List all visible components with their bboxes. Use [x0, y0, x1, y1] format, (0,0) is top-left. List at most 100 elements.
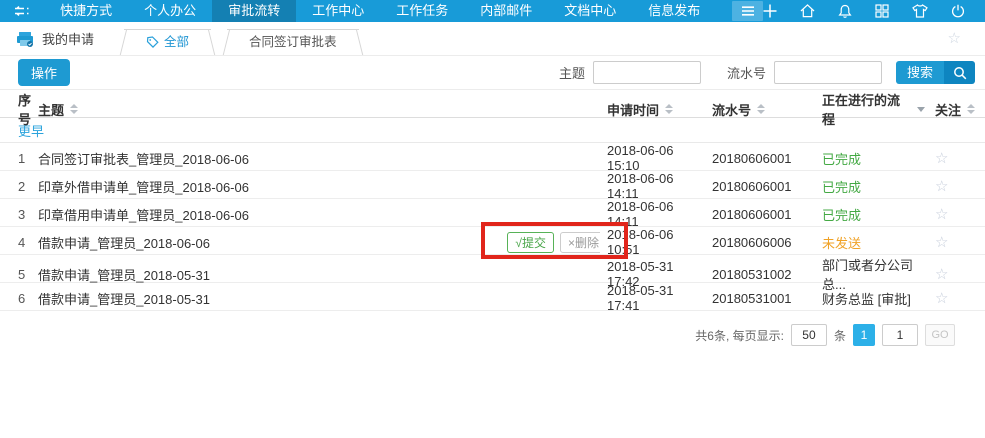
nav-item[interactable]: 个人办公 [128, 0, 212, 22]
toolbar: 操作 主题 流水号 搜索 [0, 56, 985, 90]
header-serial[interactable]: 流水号 [705, 100, 815, 119]
page-title-label: 我的申请 [42, 29, 94, 48]
favorite-page-star-icon[interactable]: ☆ [948, 29, 985, 55]
row-subject[interactable]: 印章外借申请单_管理员_2018-06-06 [38, 177, 249, 196]
star-icon[interactable]: ☆ [935, 150, 948, 167]
nav-item[interactable]: 工作中心 [296, 0, 380, 22]
pagination: 共6条, 每页显示: 条 1 GO [0, 324, 985, 346]
home-icon[interactable] [800, 4, 815, 18]
tab[interactable]: 全部 [124, 29, 211, 55]
my-application-icon [16, 31, 34, 47]
row-process-status: 财务总监 [审批] [815, 289, 925, 308]
row-actions: √提交 ×删除 [507, 232, 600, 253]
bell-icon[interactable] [838, 4, 852, 19]
row-number: 6 [0, 291, 38, 306]
table-row[interactable]: 5 借款申请_管理员_2018-05-31 2018-05-31 17:42 2… [0, 255, 985, 283]
table-row[interactable]: 3 印章借用申请单_管理员_2018-06-06 2018-06-06 14:1… [0, 199, 985, 227]
row-process-status: 已完成 [815, 177, 925, 196]
star-icon[interactable]: ☆ [935, 290, 948, 307]
row-time: 2018-06-06 14:11 [600, 171, 705, 201]
row-subject[interactable]: 借款申请_管理员_2018-05-31 [38, 289, 210, 308]
menu-icon[interactable] [732, 1, 763, 21]
row-process-status: 未发送 [815, 233, 925, 252]
star-icon[interactable]: ☆ [935, 266, 948, 283]
tab-bar: 我的申请 全部 合同签订审批表 ☆ [0, 22, 985, 56]
row-subject[interactable]: 印章借用申请单_管理员_2018-06-06 [38, 205, 249, 224]
nav-item[interactable]: 快捷方式 [44, 0, 128, 22]
row-process-status: 已完成 [815, 149, 925, 168]
search-icon [944, 61, 975, 84]
row-time: 2018-06-06 14:11 [600, 199, 705, 229]
serial-label: 流水号 [727, 63, 766, 82]
tabs: 全部 合同签订审批表 [124, 29, 375, 55]
row-subject[interactable]: 合同签订审批表_管理员_2018-06-06 [38, 149, 249, 168]
top-navbar: 快捷方式个人办公审批流转工作中心工作任务内部邮件文档中心信息发布 [0, 0, 985, 22]
star-icon[interactable]: ☆ [935, 178, 948, 195]
search-button-label: 搜索 [896, 61, 944, 84]
header-subject[interactable]: 主题 [38, 100, 600, 119]
table-row[interactable]: 4 借款申请_管理员_2018-06-06 √提交 ×删除 2018-06-06… [0, 227, 985, 255]
table-row[interactable]: 6 借款申请_管理员_2018-05-31 2018-05-31 17:41 2… [0, 283, 985, 311]
page-1-button[interactable]: 1 [853, 324, 875, 346]
nav-menu-items: 快捷方式个人办公审批流转工作中心工作任务内部邮件文档中心信息发布 [44, 0, 716, 22]
row-time: 2018-06-06 15:10 [600, 143, 705, 173]
power-icon[interactable] [951, 4, 965, 18]
submit-button[interactable]: √提交 [507, 232, 554, 253]
row-subject[interactable]: 借款申请_管理员_2018-05-31 [38, 265, 210, 284]
sort-icon [757, 104, 765, 114]
row-serial: 20180531002 [705, 267, 815, 282]
row-serial: 20180606001 [705, 151, 815, 166]
row-number: 5 [0, 267, 38, 282]
row-time: 2018-05-31 17:41 [600, 283, 705, 313]
nav-item[interactable]: 内部邮件 [464, 0, 548, 22]
row-time: 2018-06-06 10:51 [600, 227, 705, 257]
nav-item[interactable]: 信息发布 [632, 0, 716, 22]
subject-input[interactable] [593, 61, 701, 84]
go-button[interactable]: GO [925, 324, 955, 346]
sort-icon [665, 104, 673, 114]
star-icon[interactable]: ☆ [935, 234, 948, 251]
search-group: 主题 流水号 搜索 [559, 61, 975, 84]
table-row[interactable]: 1 合同签订审批表_管理员_2018-06-06 2018-06-06 15:1… [0, 143, 985, 171]
nav-item[interactable]: 工作任务 [380, 0, 464, 22]
pagination-summary: 共6条, 每页显示: [695, 327, 784, 344]
tab[interactable]: 合同签订审批表 [227, 29, 359, 55]
row-process-status: 已完成 [815, 205, 925, 224]
row-number: 3 [0, 207, 38, 222]
row-serial: 20180606006 [705, 235, 815, 250]
collapse-sidebar-icon[interactable] [0, 5, 44, 17]
nav-item[interactable]: 文档中心 [548, 0, 632, 22]
sort-icon [967, 104, 975, 114]
row-number: 1 [0, 151, 38, 166]
row-serial: 20180606001 [705, 179, 815, 194]
row-number: 2 [0, 179, 38, 194]
row-number: 4 [0, 235, 38, 250]
delete-button[interactable]: ×删除 [560, 232, 600, 253]
table-body: 1 合同签订审批表_管理员_2018-06-06 2018-06-06 15:1… [0, 143, 985, 311]
row-subject[interactable]: 借款申请_管理员_2018-06-06 [38, 233, 210, 252]
table-header: 序号 主题 申请时间 流水号 正在进行的流程 关注 [0, 90, 985, 118]
search-button[interactable]: 搜索 [896, 61, 975, 84]
header-star[interactable]: 关注 [925, 100, 985, 119]
serial-input[interactable] [774, 61, 882, 84]
apps-grid-icon[interactable] [875, 4, 889, 18]
theme-shirt-icon[interactable] [912, 4, 928, 18]
goto-page-input[interactable] [882, 324, 918, 346]
subject-label: 主题 [559, 63, 585, 82]
sort-icon [70, 104, 78, 114]
action-button[interactable]: 操作 [18, 59, 70, 86]
tab-label: 全部 [164, 30, 189, 55]
filter-dropdown-icon [917, 107, 925, 112]
row-serial: 20180606001 [705, 207, 815, 222]
header-process[interactable]: 正在进行的流程 [815, 90, 925, 128]
page-title: 我的申请 [0, 29, 110, 55]
header-time[interactable]: 申请时间 [600, 100, 705, 119]
per-page-input[interactable] [791, 324, 827, 346]
nav-item[interactable]: 审批流转 [212, 0, 296, 22]
tab-label: 合同签订审批表 [249, 30, 337, 55]
per-page-unit: 条 [834, 327, 846, 344]
table-row[interactable]: 2 印章外借申请单_管理员_2018-06-06 2018-06-06 14:1… [0, 171, 985, 199]
star-icon[interactable]: ☆ [935, 206, 948, 223]
nav-right-icons [763, 4, 985, 19]
plus-icon[interactable] [763, 4, 777, 18]
